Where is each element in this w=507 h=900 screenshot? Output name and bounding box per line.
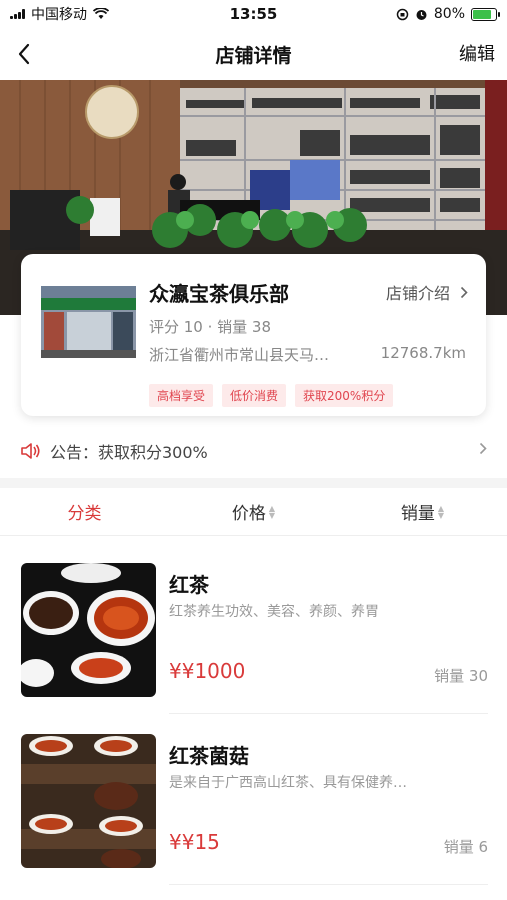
- chevron-right-icon: [460, 286, 468, 298]
- store-distance: 12768.7km: [380, 344, 466, 362]
- product-sales: 销量 30: [434, 667, 488, 685]
- back-button[interactable]: [8, 36, 40, 72]
- sort-price-tab[interactable]: 价格 ▲ ▼: [169, 488, 338, 535]
- store-info-card: 众瀛宝茶俱乐部 店铺介绍 评分 10 · 销量 38 浙江省衢州市常山县天马… …: [21, 254, 486, 416]
- list-divider: [169, 884, 488, 885]
- store-tag: 获取200%积分: [295, 384, 394, 407]
- product-description: 是来自于广西高山红茶、具有保健养…: [169, 775, 407, 791]
- product-name: 红茶: [169, 573, 209, 597]
- page-title: 店铺详情: [215, 44, 292, 67]
- status-left: 中国移动: [10, 4, 109, 24]
- store-name: 众瀛宝茶俱乐部: [149, 282, 289, 306]
- store-tags: 高档享受 低价消费 获取200%积分: [149, 384, 394, 407]
- store-rating-sales: 评分 10 · 销量 38: [149, 318, 272, 336]
- battery-percent: 80%: [433, 6, 465, 22]
- chevron-left-icon: [18, 43, 30, 65]
- product-item[interactable]: 红茶 红茶养生功效、美容、养颜、养胃 ¥¥1000 销量 30: [21, 563, 488, 714]
- carrier-label: 中国移动: [31, 7, 87, 23]
- store-intro-link[interactable]: 店铺介绍: [386, 280, 468, 304]
- product-image: [21, 734, 156, 868]
- sort-sales-tab[interactable]: 销量 ▲ ▼: [338, 488, 507, 535]
- battery-icon: [471, 7, 500, 21]
- notice-bar[interactable]: 公告：获取积分300%: [0, 428, 507, 474]
- product-image: [21, 563, 156, 697]
- product-name: 红茶菌菇: [169, 744, 249, 768]
- status-bar: 中国移动 13:55 80%: [0, 0, 507, 28]
- edit-button[interactable]: 编辑: [459, 40, 495, 66]
- alarm-icon: [416, 9, 427, 20]
- sort-price-label: 价格: [231, 504, 266, 524]
- speaker-icon: [21, 443, 40, 459]
- nav-bar: 店铺详情 编辑: [0, 28, 507, 80]
- wifi-icon: [93, 8, 109, 19]
- product-sales: 销量 6: [443, 838, 488, 856]
- battery-fill: [473, 9, 491, 19]
- chevron-right-icon: [479, 442, 487, 455]
- sort-arrows-icon: ▲ ▼: [437, 503, 445, 520]
- sort-category-tab[interactable]: 分类: [0, 488, 169, 535]
- product-price: ¥¥1000: [169, 659, 246, 683]
- notice-text: 公告：获取积分300%: [50, 443, 208, 462]
- store-tag: 高档享受: [149, 384, 214, 407]
- store-tag: 低价消费: [222, 384, 287, 407]
- store-front-image: [41, 286, 136, 358]
- sort-bar: 分类 价格 ▲ ▼ 销量 ▲ ▼: [0, 488, 507, 536]
- sort-sales-label: 销量: [400, 504, 435, 524]
- rotation-lock-icon: [396, 8, 409, 20]
- product-price: ¥¥15: [169, 830, 220, 854]
- section-divider: [0, 478, 507, 488]
- sort-arrows-icon: ▲ ▼: [268, 503, 276, 520]
- product-description: 红茶养生功效、美容、养颜、养胃: [169, 604, 379, 620]
- store-address: 浙江省衢州市常山县天马…: [149, 346, 330, 364]
- sort-category-label: 分类: [67, 504, 102, 524]
- signal-icon: [10, 9, 25, 19]
- store-intro-label: 店铺介绍: [385, 284, 450, 303]
- list-divider: [169, 713, 488, 714]
- product-item[interactable]: 红茶菌菇 是来自于广西高山红茶、具有保健养… ¥¥15 销量 6: [21, 734, 488, 885]
- status-right: 80%: [396, 6, 500, 22]
